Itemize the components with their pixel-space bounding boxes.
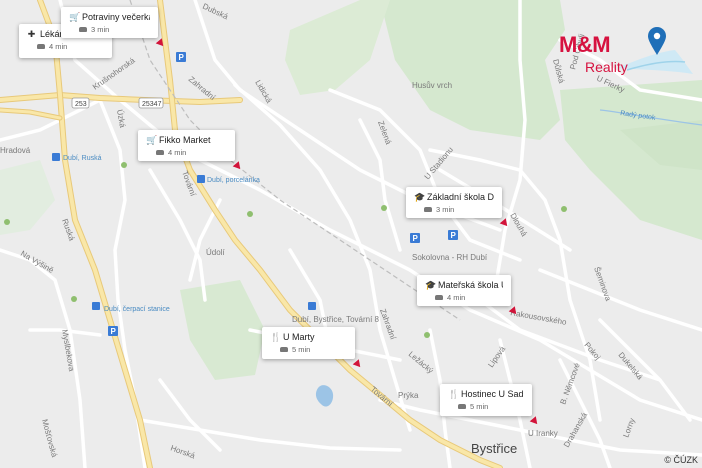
cart-icon: 🛒 (69, 12, 81, 22)
logo-brand-name: M&M (559, 32, 611, 57)
poi-time: 3 min (91, 25, 110, 34)
road-number-253: 253 (71, 97, 90, 109)
svg-text:Horská: Horská (169, 443, 196, 460)
logo-brand-sub: Reality (585, 59, 628, 75)
car-icon (280, 347, 288, 352)
svg-text:Ležácký: Ležácký (407, 350, 435, 376)
svg-text:Krušnohorská: Krušnohorská (91, 56, 137, 92)
svg-text:U Iranky: U Iranky (528, 429, 558, 438)
poi-name: U Marty (283, 332, 315, 342)
svg-text:Šeminova: Šeminova (592, 266, 613, 303)
poi-zakladni-skola[interactable]: 🎓Základní škola Du... 3 min (406, 187, 511, 229)
poi-time: 5 min (470, 402, 489, 411)
svg-text:Zelená: Zelená (376, 120, 393, 147)
poi-name: Hostinec U Sadu (461, 389, 524, 399)
svg-text:P: P (451, 231, 457, 240)
svg-text:Sokolovna - RH Dubí: Sokolovna - RH Dubí (412, 253, 488, 262)
poi-u-marty[interactable]: 🍴 U Marty 5 min (262, 327, 364, 370)
location-pin-icon (648, 27, 666, 55)
car-icon (458, 404, 466, 409)
school-icon: 🎓 (425, 280, 437, 290)
svg-text:Dubí, Ruská: Dubí, Ruská (63, 155, 102, 162)
svg-text:Úzká: Úzká (115, 109, 127, 129)
poi-hostinec-u-sadu[interactable]: 🍴 Hostinec U Sadu 5 min (440, 384, 541, 427)
brand-logo: M&M Reality (557, 22, 695, 82)
town-label: Bystřice (471, 441, 517, 456)
poi-time: 5 min (292, 345, 311, 354)
map-copyright: © ČÚZK (664, 455, 698, 465)
svg-text:Prýka: Prýka (398, 391, 419, 400)
svg-text:Na Výšině: Na Výšině (19, 249, 56, 275)
car-icon (435, 295, 443, 300)
svg-text:Dubská: Dubská (201, 2, 230, 22)
restaurant-icon: 🍴 (270, 332, 282, 342)
svg-text:Dubí, Bystřice, Tovární 8: Dubí, Bystřice, Tovární 8 (292, 315, 380, 324)
poi-time: 4 min (447, 293, 466, 302)
svg-text:P: P (179, 53, 185, 62)
svg-text:Mošťovská: Mošťovská (40, 418, 59, 459)
poi-potraviny-vecerka[interactable]: 🛒 Potraviny večerka 3 min (61, 7, 167, 49)
poi-name: Mateřská škola U... (438, 280, 503, 290)
poi-fikko-market[interactable]: 🛒 Fikko Market 4 min (138, 130, 244, 172)
svg-text:Zahradní: Zahradní (187, 75, 218, 103)
poi-materska-skola[interactable]: 🎓Mateřská škola U... 4 min (417, 275, 520, 317)
svg-text:Dubí, porcelánka: Dubí, porcelánka (207, 177, 260, 184)
svg-text:Dubí, čerpací stanice: Dubí, čerpací stanice (104, 306, 170, 313)
car-icon (79, 27, 87, 32)
car-icon (37, 44, 45, 49)
svg-text:P: P (413, 234, 419, 243)
poi-time: 4 min (49, 42, 68, 51)
car-icon (424, 207, 432, 212)
svg-text:Lorny: Lorny (621, 417, 636, 439)
pharmacy-icon: ✚ (27, 29, 36, 39)
svg-text:P: P (111, 327, 117, 336)
svg-text:Hradová: Hradová (0, 146, 31, 155)
poi-time: 3 min (436, 205, 455, 214)
svg-text:253: 253 (75, 101, 87, 108)
road-number-25347: 25347 (138, 97, 164, 109)
poi-name: Základní škola Du... (427, 192, 494, 202)
svg-text:Husův vrch: Husův vrch (412, 81, 452, 90)
cart-icon: 🛒 (146, 135, 158, 145)
svg-text:Tovární: Tovární (369, 385, 395, 409)
school-icon: 🎓 (414, 192, 426, 202)
car-icon (156, 150, 164, 155)
svg-text:Údolí: Údolí (206, 248, 225, 257)
svg-text:Dlouhá: Dlouhá (508, 212, 529, 239)
poi-name: Fikko Market (159, 135, 211, 145)
poi-time: 4 min (168, 148, 187, 157)
svg-text:25347: 25347 (142, 101, 162, 108)
poi-name: Potraviny večerka (82, 12, 150, 22)
restaurant-icon: 🍴 (448, 389, 460, 399)
